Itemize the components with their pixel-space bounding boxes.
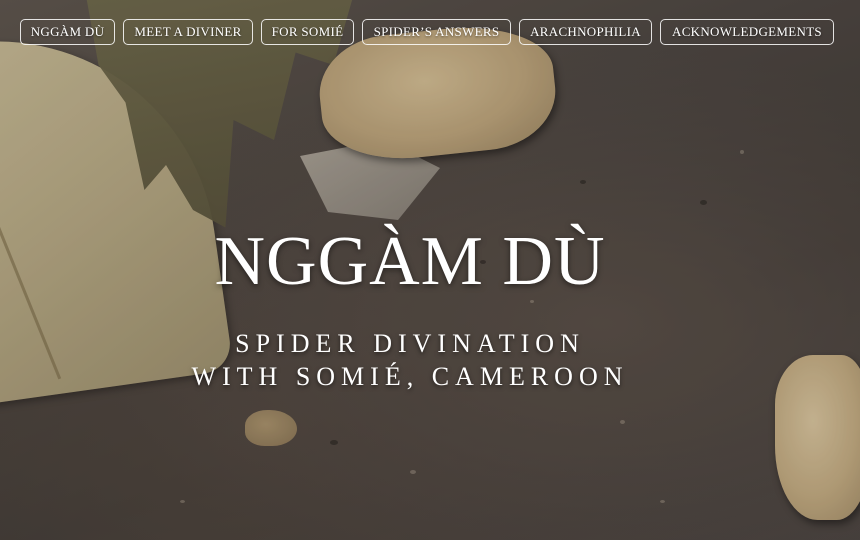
nav-item-nggam-du[interactable]: NGGÀM DÙ [20, 19, 115, 45]
main-navigation: NGGÀM DÙ MEET A DIVINER FOR SOMIÉ SPIDER… [20, 19, 840, 45]
nav-item-acknowledgements[interactable]: ACKNOWLEDGEMENTS [660, 19, 834, 45]
page-subtitle-line-1: SPIDER DIVINATION [235, 329, 585, 358]
nav-item-meet-a-diviner[interactable]: MEET A DIVINER [123, 19, 253, 45]
nav-item-arachnophilia[interactable]: ARACHNOPHILIA [519, 19, 652, 45]
nav-item-spiders-answers[interactable]: SPIDER’S ANSWERS [362, 19, 511, 45]
page-title: NGGÀM DÙ [214, 223, 606, 300]
nav-item-for-somie[interactable]: FOR SOMIÉ [261, 19, 354, 45]
page-subtitle-line-2: WITH SOMIÉ, CAMEROON [191, 362, 629, 391]
